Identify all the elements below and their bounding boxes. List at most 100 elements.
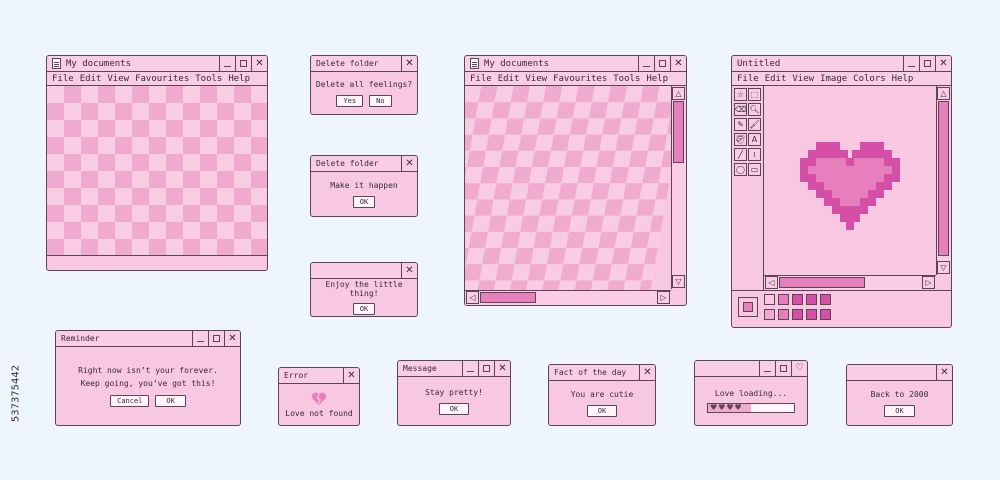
minimize-button[interactable] [219, 56, 235, 72]
menu-help[interactable]: Help [892, 74, 914, 84]
close-button[interactable]: ✕ [639, 365, 655, 381]
minimize-button[interactable] [462, 361, 478, 377]
menu-file[interactable]: File [737, 74, 759, 84]
horizontal-scroll-thumb[interactable] [779, 277, 865, 288]
ok-button[interactable]: OK [438, 402, 470, 415]
fill-icon[interactable]: 🪣︎ [734, 133, 747, 146]
title-bar[interactable]: Error ✕ [279, 368, 359, 384]
color-swatch[interactable] [820, 294, 831, 305]
close-button[interactable]: ✕ [401, 156, 417, 172]
scroll-up-arrow[interactable]: △ [672, 87, 685, 100]
title-bar[interactable]: Delete folder ✕ [311, 56, 417, 72]
rect-select-icon[interactable]: ⬚ [748, 88, 761, 101]
title-bar[interactable]: Untitled ✕ [732, 56, 951, 72]
rectangle-icon[interactable]: ▭ [748, 163, 761, 176]
canvas[interactable] [764, 86, 936, 275]
close-button[interactable]: ✕ [224, 331, 240, 347]
menu-file[interactable]: File [52, 74, 74, 84]
color-swatch[interactable] [806, 309, 817, 320]
color-swatch[interactable] [792, 294, 803, 305]
title-bar[interactable]: ♡ [695, 361, 807, 377]
menu-image[interactable]: Image [820, 74, 847, 84]
scroll-right-arrow[interactable]: ▷ [922, 276, 935, 289]
vertical-scroll-thumb[interactable] [938, 101, 949, 256]
heart-button[interactable]: ♡ [791, 361, 807, 377]
menu-edit[interactable]: Edit [498, 74, 520, 84]
menu-view[interactable]: View [525, 74, 547, 84]
color-swatch[interactable] [764, 309, 775, 320]
close-button[interactable]: ✕ [494, 361, 510, 377]
no-button[interactable]: No [369, 94, 392, 107]
menu-favourites[interactable]: Favourites [553, 74, 607, 84]
scroll-down-arrow[interactable]: ▽ [672, 275, 685, 288]
color-swatch[interactable] [820, 309, 831, 320]
minimize-button[interactable] [903, 56, 919, 72]
maximize-button[interactable] [775, 361, 791, 377]
ok-button[interactable]: OK [586, 404, 618, 417]
text-icon[interactable]: A [748, 133, 761, 146]
menu-tools[interactable]: Tools [195, 74, 222, 84]
scroll-left-arrow[interactable]: ◁ [765, 276, 778, 289]
vertical-scrollbar[interactable]: △ ▽ [671, 86, 686, 289]
horizontal-scroll-thumb[interactable] [480, 292, 536, 303]
close-button[interactable]: ✕ [401, 56, 417, 72]
close-button[interactable]: ✕ [251, 56, 267, 72]
minimize-button[interactable] [638, 56, 654, 72]
maximize-button[interactable] [208, 331, 224, 347]
brush-icon[interactable]: 🖌︎ [748, 118, 761, 131]
title-bar[interactable]: Fact of the day ✕ [549, 365, 655, 381]
ok-button[interactable]: OK [884, 404, 915, 417]
horizontal-scrollbar[interactable]: ◁ ▷ [764, 275, 936, 290]
magnifier-icon[interactable]: 🔍︎ [748, 103, 761, 116]
eraser-icon[interactable]: ⌫ [734, 103, 747, 116]
maximize-button[interactable] [919, 56, 935, 72]
menu-view[interactable]: View [792, 74, 814, 84]
maximize-button[interactable] [654, 56, 670, 72]
menu-favourites[interactable]: Favourites [135, 74, 189, 84]
menu-view[interactable]: View [107, 74, 129, 84]
maximize-button[interactable] [235, 56, 251, 72]
menu-help[interactable]: Help [646, 74, 668, 84]
color-swatch[interactable] [778, 294, 789, 305]
menu-edit[interactable]: Edit [80, 74, 102, 84]
menu-colors[interactable]: Colors [853, 74, 886, 84]
title-bar[interactable]: ✕ [311, 263, 417, 279]
menu-tools[interactable]: Tools [613, 74, 640, 84]
scroll-left-arrow[interactable]: ◁ [466, 291, 479, 304]
line-icon[interactable]: ╱ [734, 148, 747, 161]
ellipse-icon[interactable]: ◯ [734, 163, 747, 176]
menu-help[interactable]: Help [228, 74, 250, 84]
pencil-icon[interactable]: ✎ [734, 118, 747, 131]
title-bar[interactable]: ✕ [847, 365, 952, 381]
ok-button[interactable]: OK [352, 195, 376, 208]
close-button[interactable]: ✕ [935, 56, 951, 72]
vertical-scroll-thumb[interactable] [673, 101, 684, 163]
scroll-up-arrow[interactable]: △ [937, 87, 950, 100]
yes-button[interactable]: Yes [336, 94, 364, 107]
minimize-button[interactable] [192, 331, 208, 347]
color-swatch[interactable] [792, 309, 803, 320]
ok-button[interactable]: OK [352, 303, 376, 315]
minimize-button[interactable] [759, 361, 775, 377]
color-swatch[interactable] [778, 309, 789, 320]
close-button[interactable]: ✕ [343, 368, 359, 384]
scroll-right-arrow[interactable]: ▷ [657, 291, 670, 304]
title-bar[interactable]: Delete folder ✕ [311, 156, 417, 172]
title-bar[interactable]: Reminder ✕ [56, 331, 240, 347]
maximize-button[interactable] [478, 361, 494, 377]
cancel-button[interactable]: Cancel [110, 394, 150, 407]
title-bar[interactable]: Message ✕ [398, 361, 510, 377]
star-select-icon[interactable]: ☆ [734, 88, 747, 101]
vertical-scrollbar[interactable]: △ ▽ [936, 86, 951, 275]
curve-icon[interactable]: ≀ [748, 148, 761, 161]
close-button[interactable]: ✕ [670, 56, 686, 72]
horizontal-scrollbar[interactable]: ◁ ▷ [465, 290, 671, 305]
color-swatch[interactable] [806, 294, 817, 305]
close-button[interactable]: ✕ [401, 263, 417, 279]
scroll-down-arrow[interactable]: ▽ [937, 261, 950, 274]
close-button[interactable]: ✕ [936, 365, 952, 381]
title-bar[interactable]: My documents ✕ [47, 56, 267, 72]
color-swatch[interactable] [764, 294, 775, 305]
menu-edit[interactable]: Edit [765, 74, 787, 84]
ok-button[interactable]: OK [155, 394, 186, 407]
